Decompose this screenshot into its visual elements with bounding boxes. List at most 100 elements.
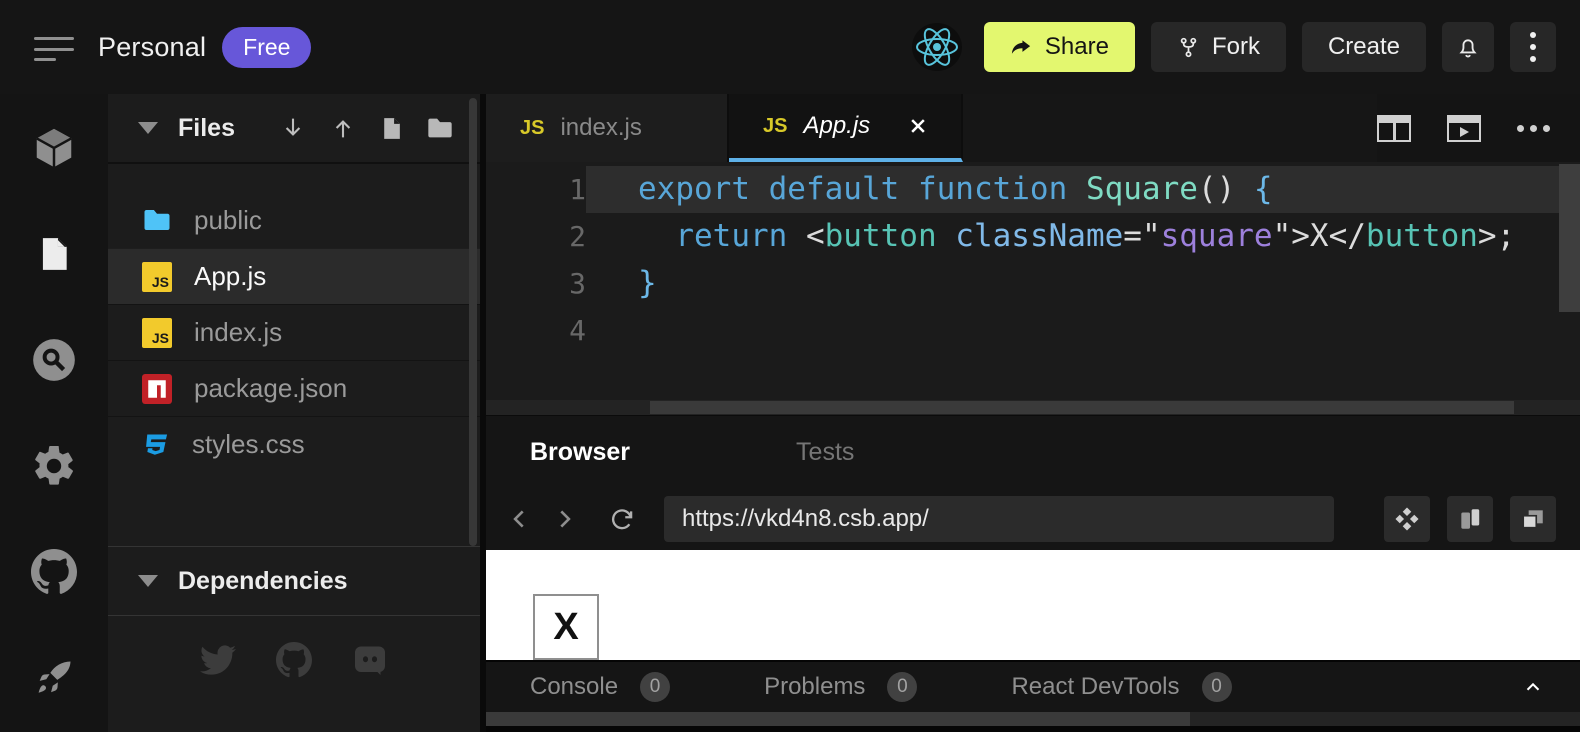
editor-vertical-scrollbar[interactable] xyxy=(1559,164,1580,312)
create-label: Create xyxy=(1328,33,1400,61)
twitter-icon[interactable] xyxy=(200,642,236,681)
problems-label: Problems xyxy=(764,673,865,701)
rocket-deploy-icon[interactable] xyxy=(26,650,82,706)
react-devtools-label: React DevTools xyxy=(1011,673,1179,701)
line-number: 3 xyxy=(486,260,586,307)
preview-pane-icon[interactable] xyxy=(1447,115,1481,142)
files-actions xyxy=(279,114,454,142)
top-header: Personal Free Share xyxy=(0,0,1580,94)
problems-count-badge: 0 xyxy=(887,672,917,702)
open-new-window-icon[interactable] xyxy=(1510,496,1556,542)
tab-browser[interactable]: Browser xyxy=(530,438,630,467)
settings-gear-icon[interactable] xyxy=(26,438,82,494)
square-x-button[interactable]: X xyxy=(533,594,599,660)
code-line[interactable]: 2 return <button className="square">X</b… xyxy=(486,213,1580,260)
sandbox-cube-icon[interactable] xyxy=(26,120,82,176)
code-text: export default function Square() { xyxy=(586,166,1580,213)
files-section-title: Files xyxy=(178,114,235,143)
discord-icon[interactable] xyxy=(352,642,388,681)
file-row-public[interactable]: public xyxy=(108,192,480,248)
tab-label: App.js xyxy=(803,112,870,140)
editor-tabbar: JS index.js JS App.js xyxy=(486,94,1580,162)
back-icon[interactable] xyxy=(498,497,542,541)
console-tab[interactable]: Console 0 xyxy=(530,672,670,702)
code-text: return <button className="square">X</but… xyxy=(586,213,1580,260)
share-label: Share xyxy=(1045,33,1109,61)
file-row-indexjs[interactable]: JS index.js xyxy=(108,304,480,360)
search-icon[interactable] xyxy=(26,332,82,388)
address-bar-input[interactable] xyxy=(664,496,1334,542)
code-editor[interactable]: 1export default function Square() {2 ret… xyxy=(486,162,1580,415)
main-body: Files xyxy=(0,94,1580,732)
codesandbox-app: Personal Free Share xyxy=(0,0,1580,732)
file-row-packagejson[interactable]: package.json xyxy=(108,360,480,416)
forward-icon[interactable] xyxy=(542,497,586,541)
new-file-icon[interactable] xyxy=(379,116,404,141)
new-folder-icon[interactable] xyxy=(426,114,454,142)
dependencies-section-header[interactable]: Dependencies xyxy=(108,546,480,616)
bottom-scrollbar-thumb[interactable] xyxy=(486,712,1190,726)
js-file-icon: JS xyxy=(763,115,787,138)
bottom-edge xyxy=(486,726,1580,732)
more-options-button[interactable] xyxy=(1510,22,1556,72)
download-icon[interactable] xyxy=(279,114,307,142)
editor-horizontal-scrollbar[interactable] xyxy=(650,401,1514,414)
editor-layout-actions xyxy=(1377,94,1580,162)
explorer-file-icon[interactable] xyxy=(26,226,82,282)
chevron-down-icon xyxy=(138,122,158,134)
explorer-scrollbar[interactable] xyxy=(469,98,477,546)
problems-tab[interactable]: Problems 0 xyxy=(764,672,917,702)
console-label: Console xyxy=(530,673,618,701)
react-logo-icon xyxy=(912,23,962,71)
chevron-down-icon xyxy=(138,575,158,587)
react-devtools-tab[interactable]: React DevTools 0 xyxy=(1011,672,1231,702)
fork-icon xyxy=(1177,36,1200,59)
code-line[interactable]: 1export default function Square() { xyxy=(486,166,1580,213)
devtools-bar: Console 0 Problems 0 React DevTools 0 xyxy=(486,660,1580,712)
code-line[interactable]: 4 xyxy=(486,307,1580,354)
file-name: index.js xyxy=(194,317,282,348)
github-icon[interactable] xyxy=(26,544,82,600)
devtools-grid-icon[interactable] xyxy=(1384,496,1430,542)
browser-preview: X xyxy=(486,550,1580,660)
expand-panel-chevron-icon[interactable] xyxy=(1522,676,1544,698)
preview-panel-tabs: Browser Tests xyxy=(486,415,1580,488)
refresh-icon[interactable] xyxy=(600,497,644,541)
file-name: public xyxy=(194,205,262,236)
console-count-badge: 0 xyxy=(640,672,670,702)
fork-label: Fork xyxy=(1212,33,1260,61)
react-devtools-count-badge: 0 xyxy=(1202,672,1232,702)
code-text xyxy=(586,307,1580,354)
share-icon xyxy=(1010,36,1033,59)
code-line[interactable]: 3} xyxy=(486,260,1580,307)
split-view-icon[interactable] xyxy=(1377,115,1411,142)
code-lines: 1export default function Square() {2 ret… xyxy=(486,166,1580,354)
css-file-icon xyxy=(142,431,170,459)
tab-tests[interactable]: Tests xyxy=(796,438,854,467)
tab-indexjs[interactable]: JS index.js xyxy=(486,94,729,162)
file-row-stylescss[interactable]: styles.css xyxy=(108,416,480,472)
header-actions: Share Fork Create xyxy=(912,22,1556,72)
fork-button[interactable]: Fork xyxy=(1151,22,1286,72)
close-tab-icon[interactable] xyxy=(908,116,928,136)
github-social-icon[interactable] xyxy=(276,642,312,681)
create-button[interactable]: Create xyxy=(1302,22,1426,72)
line-number: 4 xyxy=(486,307,586,354)
tab-label: index.js xyxy=(560,114,641,142)
tab-appjs[interactable]: JS App.js xyxy=(729,94,963,162)
menu-icon[interactable] xyxy=(34,37,74,61)
split-browser-icon[interactable] xyxy=(1447,496,1493,542)
notifications-button[interactable] xyxy=(1442,22,1494,72)
activity-bar xyxy=(0,94,108,732)
file-row-appjs[interactable]: JS App.js xyxy=(108,248,480,304)
file-name: package.json xyxy=(194,373,347,404)
file-list: public JS App.js JS index.js package.jso… xyxy=(108,164,480,472)
javascript-file-icon: JS xyxy=(142,318,172,348)
more-editor-options-icon[interactable] xyxy=(1517,125,1550,132)
upload-icon[interactable] xyxy=(329,114,357,142)
workspace-name[interactable]: Personal xyxy=(98,32,206,63)
share-button[interactable]: Share xyxy=(984,22,1135,72)
bottom-scrollbar[interactable] xyxy=(486,712,1580,726)
files-section-header[interactable]: Files xyxy=(108,94,480,164)
dependencies-section-title: Dependencies xyxy=(178,567,348,596)
